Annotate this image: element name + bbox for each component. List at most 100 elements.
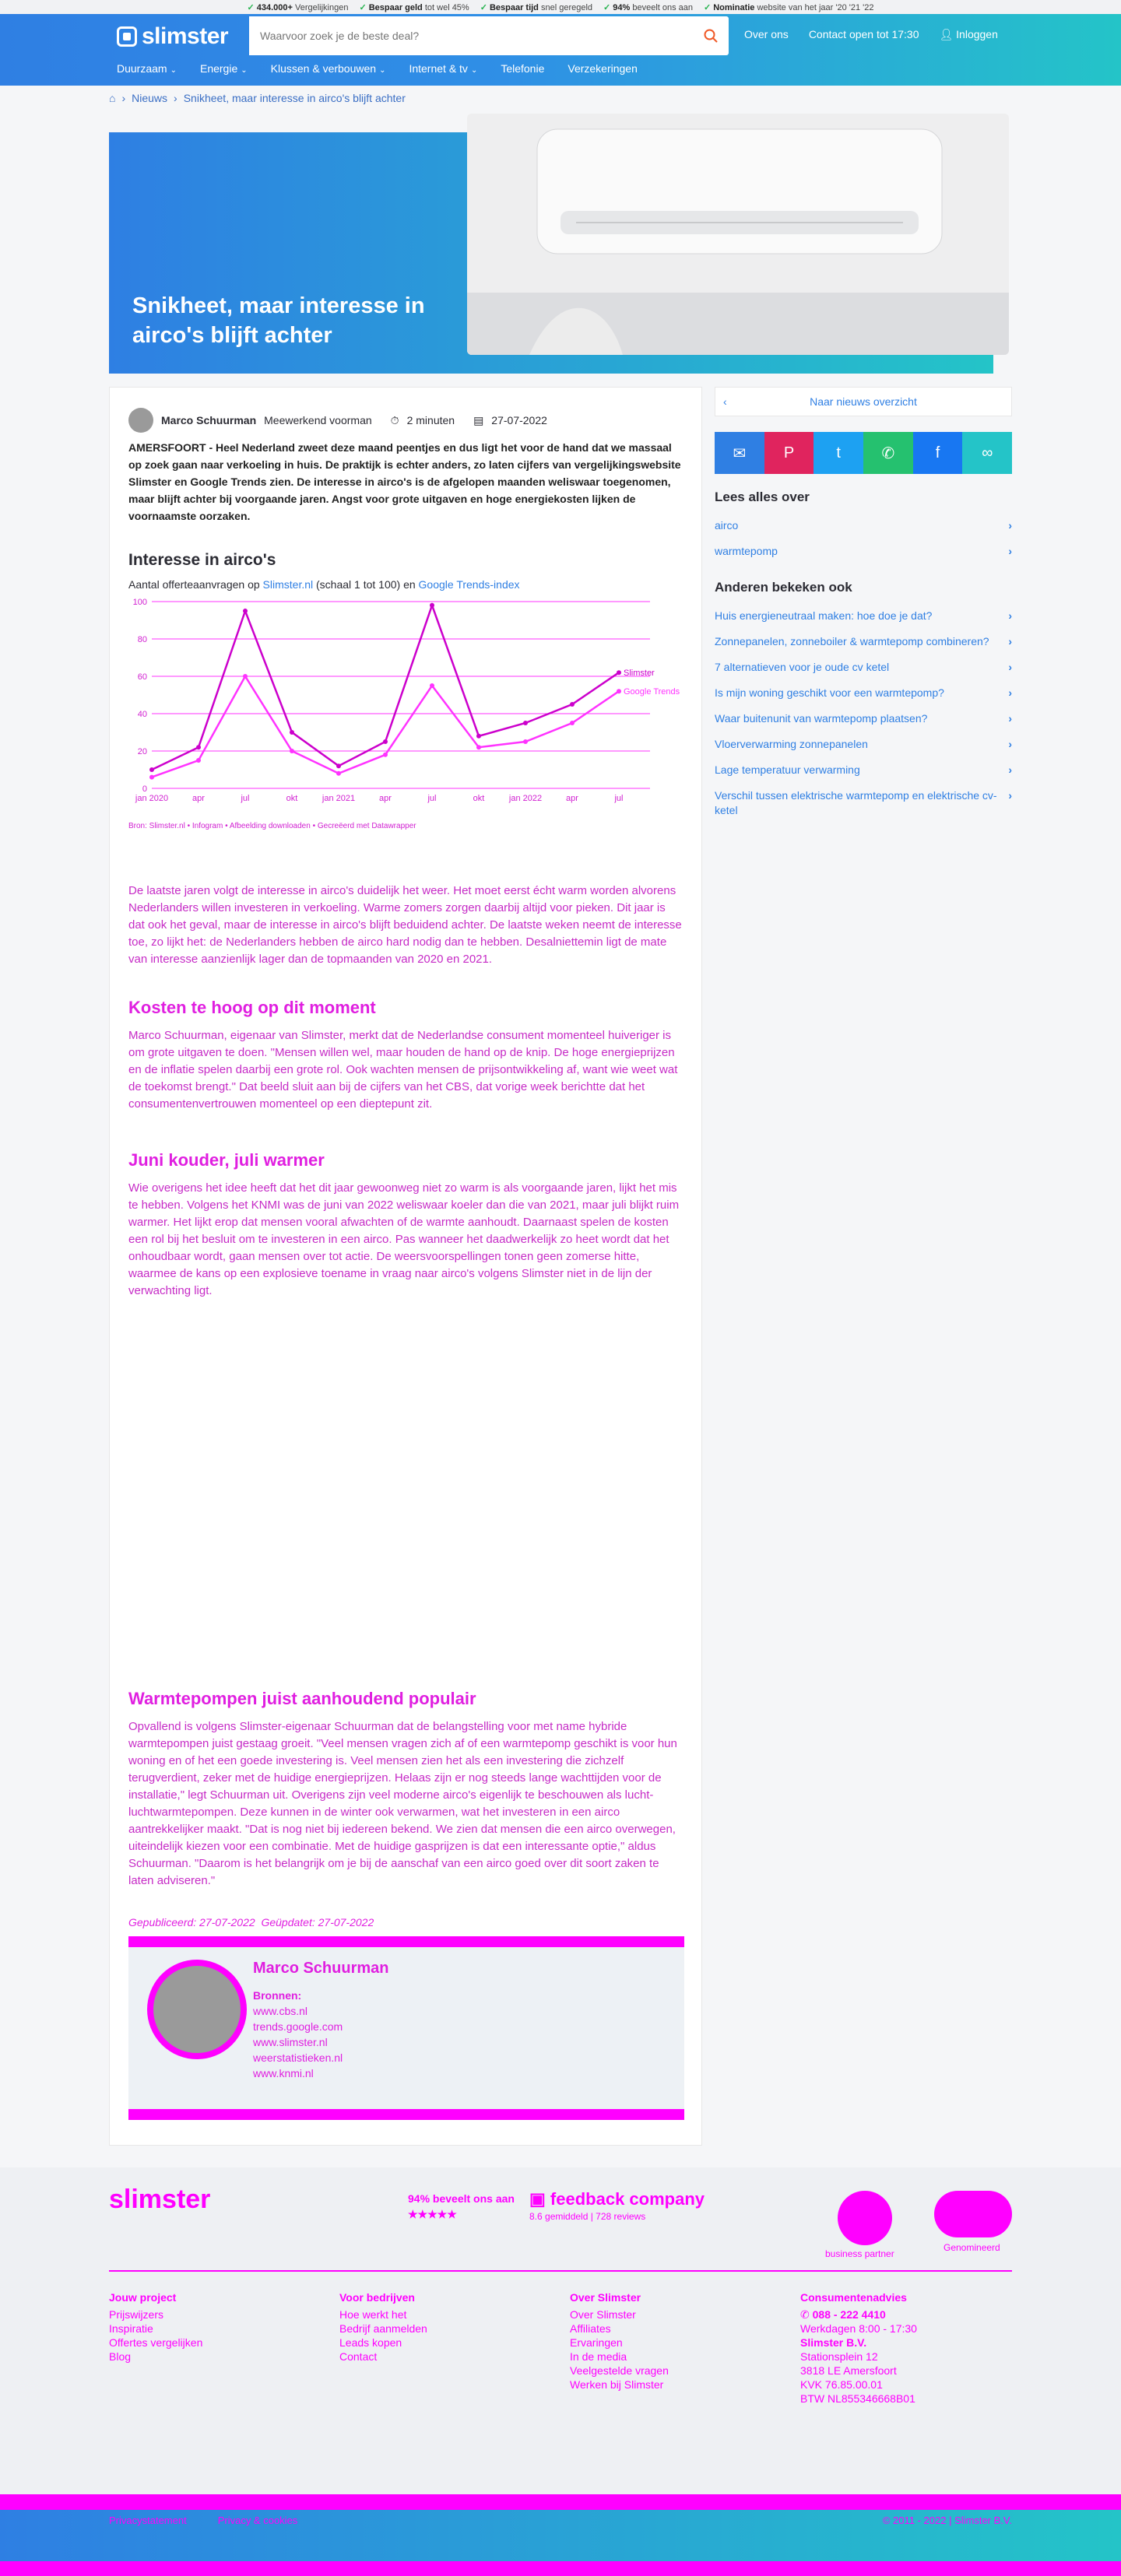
data-point bbox=[196, 745, 201, 750]
heading-kosten: Kosten te hoog op dit moment bbox=[128, 998, 376, 1017]
footer-link[interactable]: Bedrijf aanmelden bbox=[339, 2322, 427, 2335]
data-point bbox=[617, 689, 621, 694]
footer-divider bbox=[109, 2270, 1012, 2272]
usp-5: ✓ Nominatie website van het jaar '20 '21 … bbox=[704, 2, 874, 12]
x-tick-label: apr bbox=[566, 794, 578, 803]
chevron-right-icon: › bbox=[1008, 661, 1012, 673]
chart-subtitle: Aantal offerteaanvragen op Slimster.nl (… bbox=[128, 578, 520, 591]
about-link[interactable]: Over ons bbox=[744, 28, 789, 41]
chevron-right-icon: › bbox=[1008, 738, 1012, 750]
data-point bbox=[196, 758, 201, 763]
source-link[interactable]: weerstatistieken.nl bbox=[253, 2051, 343, 2064]
footer-link[interactable]: Prijswijzers bbox=[109, 2308, 163, 2321]
y-tick-label: 40 bbox=[138, 710, 147, 719]
source-link[interactable]: www.cbs.nl bbox=[253, 2005, 307, 2017]
related-link[interactable]: Lage temperatuur verwarming › bbox=[715, 757, 1012, 783]
nav-telefonie[interactable]: Telefonie bbox=[501, 62, 544, 75]
address-city: 3818 LE Amersfoort bbox=[800, 2364, 897, 2377]
source-link[interactable]: trends.google.com bbox=[253, 2020, 343, 2033]
data-point bbox=[430, 602, 434, 608]
source-link[interactable]: www.knmi.nl bbox=[253, 2067, 314, 2079]
usp-4: ✓ 94% beveelt ons aan bbox=[603, 2, 694, 12]
copyright: © 2011 - 2022 | Slimster B.V. bbox=[882, 2515, 1012, 2526]
search-icon[interactable] bbox=[693, 29, 729, 43]
related-link[interactable]: Vloerverwarming zonnepanelen › bbox=[715, 732, 1012, 757]
contact-link[interactable]: Contact open tot 17:30 bbox=[809, 28, 919, 41]
interest-chart: 0 20 40 60 80 100 jan 2020 apr jul okt jan 2021 apr… bbox=[128, 594, 689, 819]
nav-klussen[interactable]: Klussen & verbouwen ⌄ bbox=[271, 62, 386, 75]
search-bar bbox=[249, 16, 729, 55]
footer-link[interactable]: Offertes vergelijken bbox=[109, 2336, 202, 2349]
feedback-company[interactable]: ▣ feedback company 8.6 gemiddeld | 728 r… bbox=[529, 2191, 705, 2225]
paragraph-2: Marco Schuurman, eigenaar van Slimster, … bbox=[128, 1029, 678, 1111]
sidebar: ‹ Naar nieuws overzicht ✉ P t ✆ f ∞ Lees… bbox=[715, 387, 1013, 823]
others-title: Anderen bekeken ook bbox=[715, 580, 852, 595]
twitter-icon[interactable]: t bbox=[814, 432, 864, 474]
data-point bbox=[336, 770, 341, 776]
footer-link[interactable]: Ervaringen bbox=[570, 2336, 623, 2349]
related-link[interactable]: Zonnepanelen, zonneboiler & warmtepomp c… bbox=[715, 629, 1012, 655]
login-link[interactable]: 👤︎ Inloggen bbox=[939, 28, 997, 41]
author-name[interactable]: Marco Schuurman bbox=[161, 414, 256, 426]
footer-link[interactable]: Contact bbox=[339, 2350, 377, 2363]
logo[interactable]: slimster bbox=[117, 23, 229, 50]
x-tick-label: jan 2020 bbox=[135, 794, 168, 803]
series-line bbox=[151, 602, 620, 771]
author-box: Marco Schuurman Bronnen: www.cbs.nl tren… bbox=[128, 1936, 684, 2120]
related-link[interactable]: Waar buitenunit van warmtepomp plaatsen?… bbox=[715, 706, 1012, 732]
bottom-bar-line bbox=[0, 2561, 1121, 2576]
related-link[interactable]: 7 alternatieven voor je oude cv ketel › bbox=[715, 655, 1012, 680]
footer-link[interactable]: Affiliates bbox=[570, 2322, 611, 2335]
data-point bbox=[523, 739, 528, 744]
footer-link[interactable]: Blog bbox=[109, 2350, 131, 2363]
series-label: Google Trends bbox=[624, 687, 680, 697]
breadcrumb-news[interactable]: Nieuws bbox=[132, 92, 167, 104]
footer-link[interactable]: Veelgestelde vragen bbox=[570, 2364, 669, 2377]
pinterest-icon[interactable]: P bbox=[764, 432, 814, 474]
search-input[interactable] bbox=[249, 16, 693, 55]
article-date: 27-07-2022 bbox=[491, 414, 547, 426]
mail-icon[interactable]: ✉ bbox=[715, 432, 764, 474]
usp-1: ✓ 434.000+ Vergelijkingen bbox=[247, 2, 349, 12]
chart-source: Bron: Slimster.nl • Infogram • Afbeeldin… bbox=[128, 822, 416, 830]
data-point bbox=[336, 763, 341, 769]
y-tick-label: 0 bbox=[142, 784, 147, 794]
logo-text: slimster bbox=[142, 23, 229, 49]
breadcrumb-current[interactable]: Snikheet, maar interesse in airco's blij… bbox=[184, 92, 406, 104]
phone-link[interactable]: ✆ 088 - 222 4410 bbox=[800, 2308, 886, 2321]
article-meta: Marco Schuurman Meewerkend voorman ⏱ 2 m… bbox=[128, 408, 547, 433]
link-icon[interactable]: ∞ bbox=[962, 432, 1013, 474]
google-trends-link[interactable]: Google Trends-index bbox=[419, 578, 520, 591]
home-icon[interactable]: ⌂ bbox=[109, 92, 115, 104]
back-to-news-button[interactable]: ‹ Naar nieuws overzicht bbox=[715, 387, 1012, 416]
source-link[interactable]: www.slimster.nl bbox=[253, 2036, 328, 2048]
nav-energie[interactable]: Energie ⌄ bbox=[200, 62, 248, 75]
airco-image bbox=[467, 114, 1009, 355]
related-link[interactable]: Is mijn woning geschikt voor een warmtep… bbox=[715, 680, 1012, 706]
data-point bbox=[290, 730, 294, 735]
footer-link[interactable]: Hoe werkt het bbox=[339, 2308, 406, 2321]
tag-link-warmtepomp[interactable]: warmtepomp › bbox=[715, 539, 1012, 564]
nav-duurzaam[interactable]: Duurzaam ⌄ bbox=[117, 62, 177, 75]
related-link[interactable]: Verschil tussen elektrische warmtepomp e… bbox=[715, 783, 1012, 823]
usp-bar: ✓ 434.000+ Vergelijkingen ✓ Bespaar geld t… bbox=[0, 0, 1121, 14]
footer-link[interactable]: Leads kopen bbox=[339, 2336, 402, 2349]
slimster-link[interactable]: Slimster.nl bbox=[263, 578, 314, 591]
privacy-link[interactable]: Privacystatement bbox=[109, 2515, 187, 2526]
chevron-right-icon: › bbox=[1008, 712, 1012, 725]
nav-internet[interactable]: Internet & tv ⌄ bbox=[409, 62, 477, 75]
footer-link[interactable]: Over Slimster bbox=[570, 2308, 636, 2321]
cookies-link[interactable]: Privacy & cookies bbox=[218, 2515, 298, 2526]
partner-badge bbox=[838, 2191, 892, 2245]
footer-link[interactable]: In de media bbox=[570, 2350, 627, 2363]
chevron-right-icon: › bbox=[1008, 545, 1012, 557]
footer-link[interactable]: Inspiratie bbox=[109, 2322, 153, 2335]
facebook-icon[interactable]: f bbox=[912, 432, 963, 474]
whatsapp-icon[interactable]: ✆ bbox=[863, 432, 913, 474]
footer-logo[interactable]: slimster bbox=[109, 2185, 210, 2215]
related-link[interactable]: Huis energieneutraal maken: hoe doe je d… bbox=[715, 603, 1012, 629]
series-line bbox=[151, 674, 620, 778]
tag-link-airco[interactable]: airco › bbox=[715, 513, 1012, 539]
footer-link[interactable]: Werken bij Slimster bbox=[570, 2378, 663, 2391]
nav-verzekeringen[interactable]: Verzekeringen bbox=[568, 62, 638, 75]
